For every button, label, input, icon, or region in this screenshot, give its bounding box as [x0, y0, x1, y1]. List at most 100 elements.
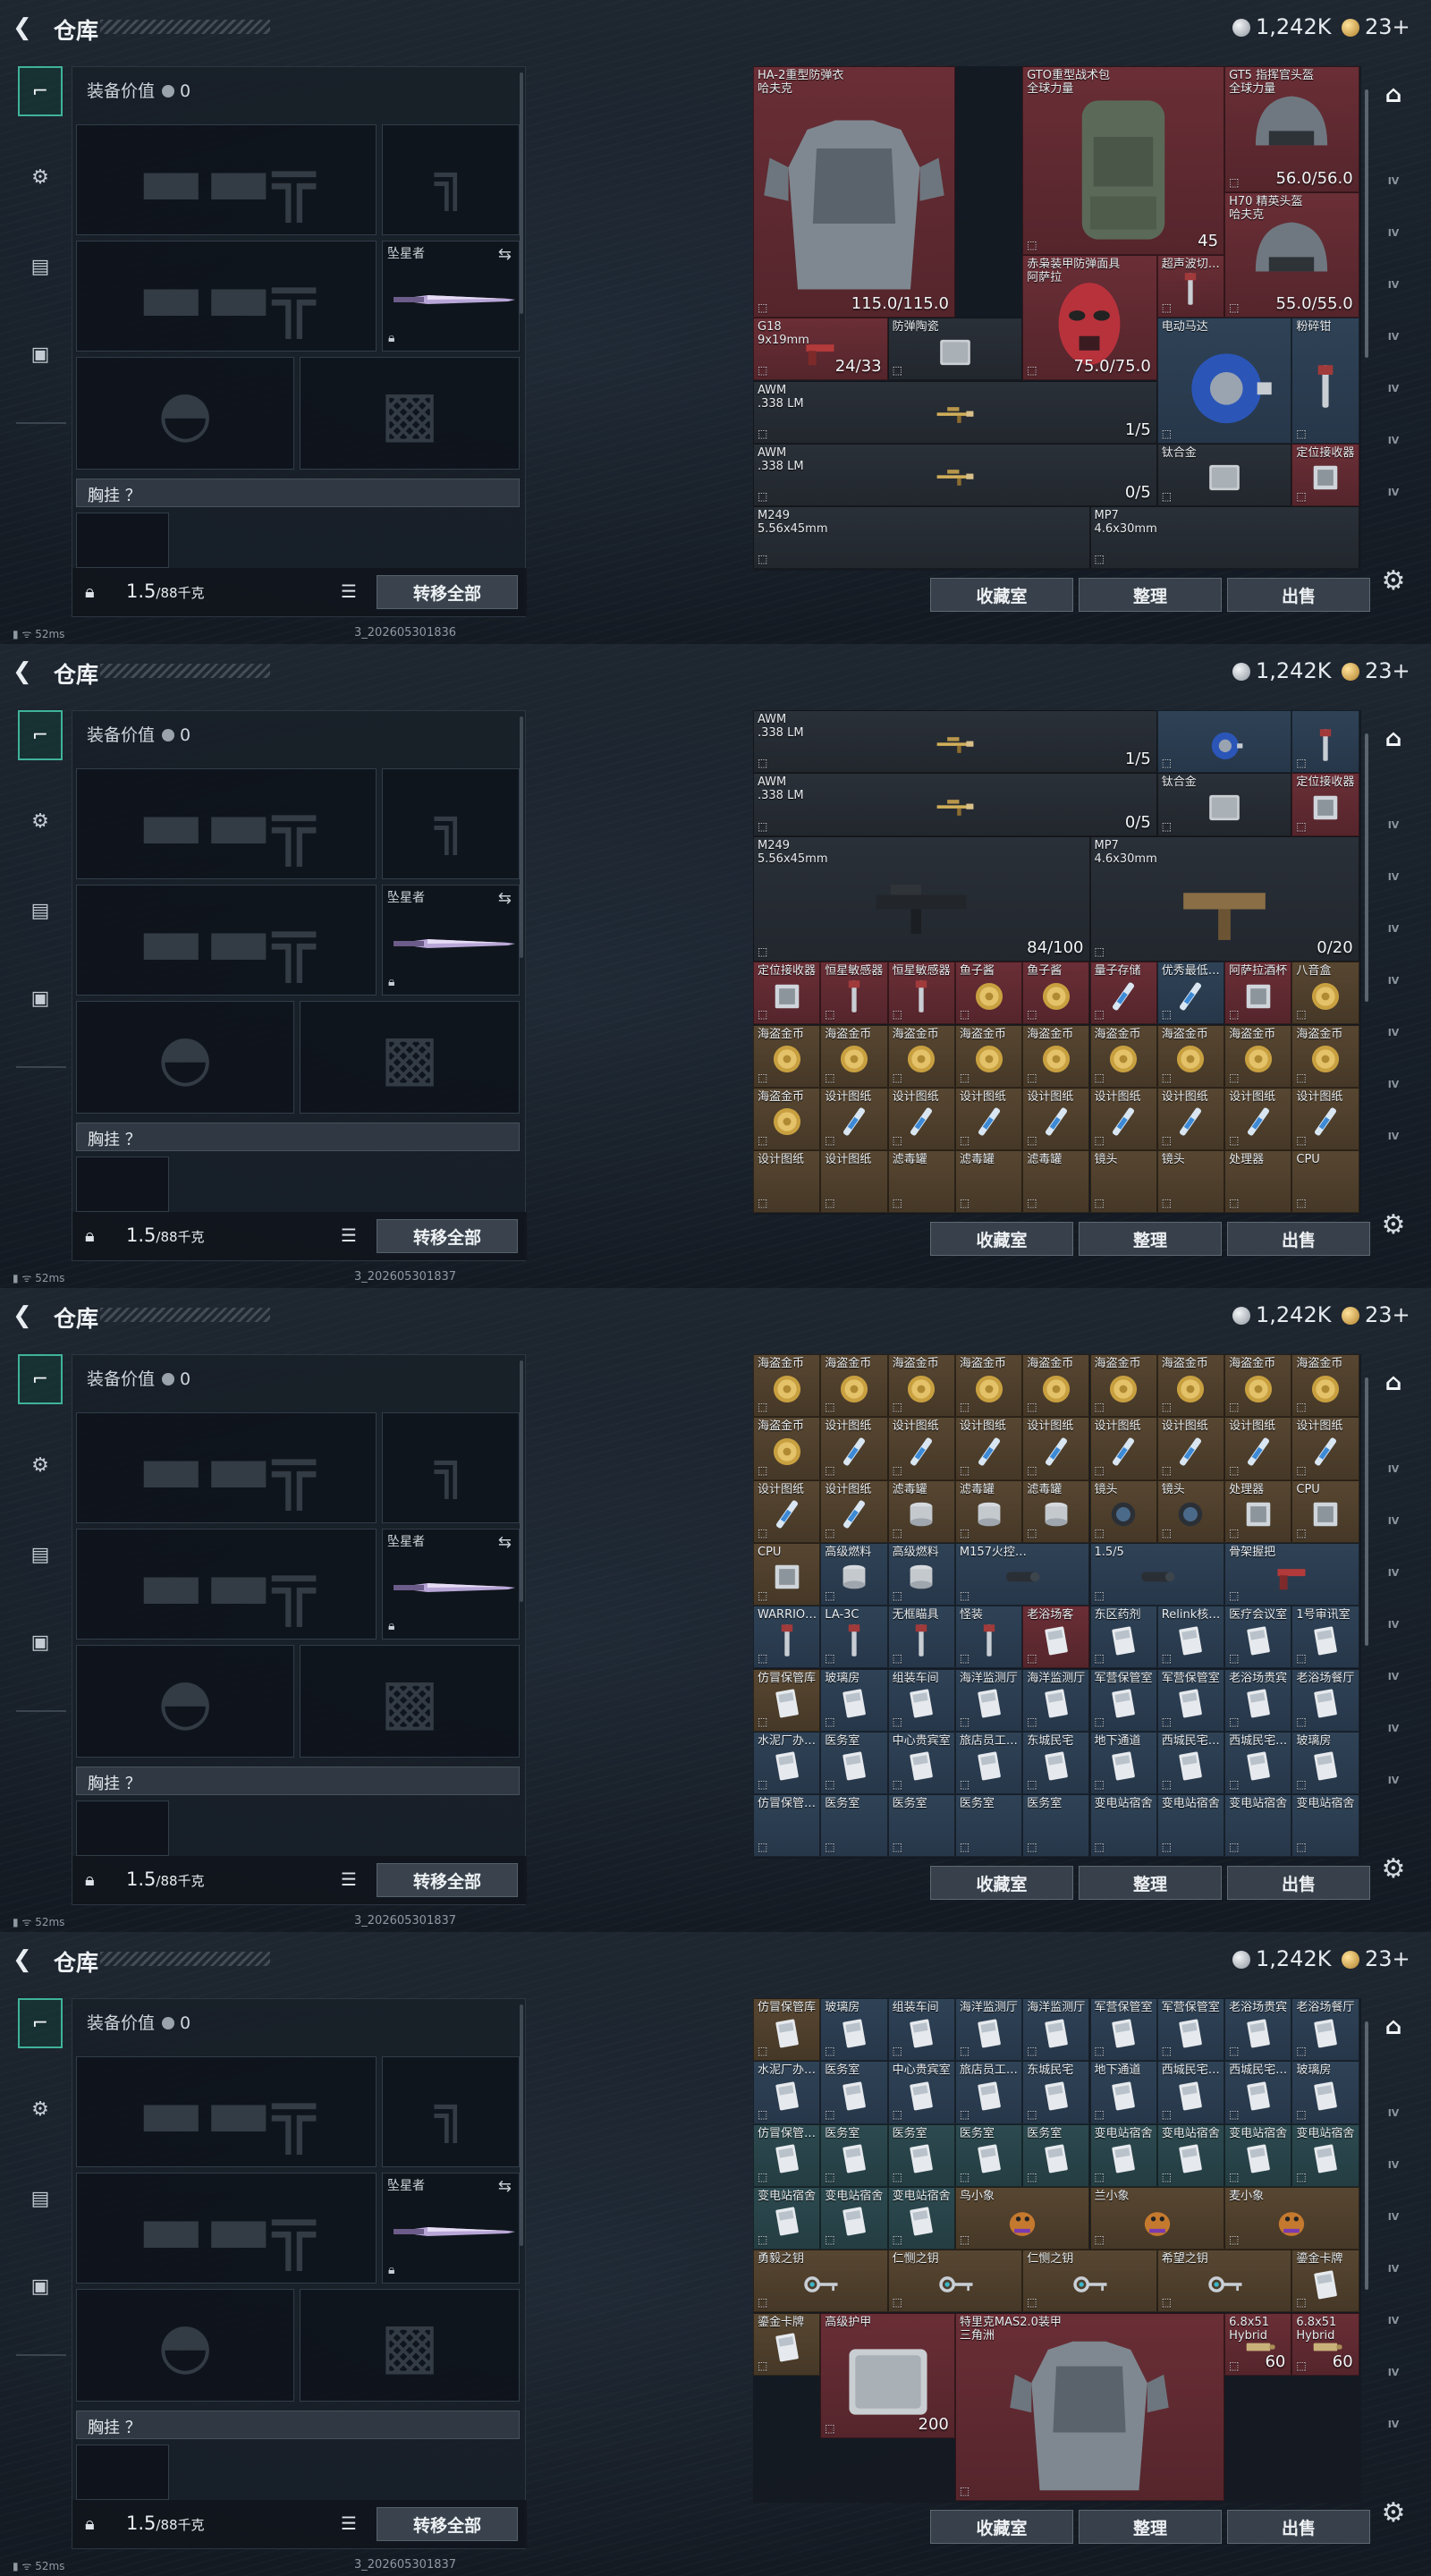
chest-rig-header[interactable]: 胸挂 ？: [76, 2411, 520, 2439]
list-icon[interactable]: ☰: [341, 580, 357, 602]
stash-item[interactable]: 变电站宿舍 ⬚: [1291, 2123, 1359, 2187]
item-icon-1[interactable]: IV: [1376, 809, 1411, 841]
stash-item[interactable]: 海盗金币 ⬚: [1291, 1354, 1359, 1418]
melee-slot[interactable]: 坠星者 ⇆ 🔒︎: [382, 241, 520, 352]
stash-item[interactable]: 鱼子酱 ⬚: [1022, 962, 1090, 1025]
stash-item[interactable]: 军营保管室 ⬚: [1156, 1668, 1225, 1732]
stash-item[interactable]: 设计图纸 ⬚: [753, 1479, 821, 1543]
stash-item[interactable]: 超声波切… ⬚: [1156, 254, 1225, 318]
stash-item[interactable]: 滤毒罐 ⬚: [887, 1479, 955, 1543]
stash-item[interactable]: AWM .338 LM 0/5 ⬚: [753, 443, 1157, 507]
item-icon-1[interactable]: IV: [1376, 165, 1411, 197]
secondary-weapon-slot[interactable]: ▬▬╦: [76, 2173, 377, 2284]
transfer-all-button[interactable]: 转移全部: [377, 1863, 518, 1897]
helmet-slot[interactable]: ◓: [76, 1001, 294, 1114]
stash-item[interactable]: ⬚: [1291, 710, 1359, 774]
stash-item[interactable]: 海盗金币 ⬚: [1089, 1024, 1157, 1088]
stash-item[interactable]: 海盗金币 ⬚: [1156, 1354, 1225, 1418]
chest-rig-slot[interactable]: [76, 1801, 169, 1856]
item-icon-4[interactable]: IV: [1376, 320, 1411, 352]
stash-item[interactable]: MP7 4.6x30mm ⬚: [1089, 506, 1359, 570]
tab-clipboard[interactable]: ▤: [18, 1530, 63, 1580]
stash-item[interactable]: 仿冒保管库 ⬚: [753, 1998, 821, 2062]
armor-slot[interactable]: ▩: [300, 357, 520, 470]
stash-item[interactable]: 组装车间 ⬚: [887, 1998, 955, 2062]
stash-item[interactable]: 玻璃房 ⬚: [820, 1668, 888, 1732]
stash-item[interactable]: 海盗金币 ⬚: [954, 1354, 1023, 1418]
back-arrow-icon[interactable]: ❮: [13, 14, 39, 41]
stash-item[interactable]: 医务室 ⬚: [887, 2123, 955, 2187]
pistol-slot[interactable]: ╗: [382, 124, 520, 235]
tab-clipboard[interactable]: ▤: [18, 2174, 63, 2224]
tab-briefcase[interactable]: ▣: [18, 973, 63, 1023]
secondary-weapon-slot[interactable]: ▬▬╦: [76, 1529, 377, 1640]
helmet-slot[interactable]: ◓: [76, 2289, 294, 2402]
back-arrow-icon[interactable]: ❮: [13, 1946, 39, 1973]
stash-item[interactable]: 设计图纸 ⬚: [1156, 1087, 1225, 1151]
stash-item[interactable]: 优秀最低… ⬚: [1156, 962, 1225, 1025]
list-icon[interactable]: ☰: [341, 1868, 357, 1890]
stash-item[interactable]: 高级燃料 ⬚: [887, 1542, 955, 1606]
stash-item[interactable]: 镜头 ⬚: [1156, 1150, 1225, 1214]
item-icon-5[interactable]: IV: [1376, 372, 1411, 404]
armor-slot[interactable]: ▩: [300, 2289, 520, 2402]
item-icon-1[interactable]: IV: [1376, 1453, 1411, 1485]
stash-item[interactable]: 设计图纸 ⬚: [1089, 1087, 1157, 1151]
transfer-all-button[interactable]: 转移全部: [377, 1219, 518, 1253]
stash-item[interactable]: 1.5/5 ⬚: [1089, 1542, 1225, 1606]
stash-item[interactable]: 西城民宅… ⬚: [1224, 2061, 1292, 2124]
stash-item[interactable]: 海盗金币 ⬚: [1224, 1024, 1292, 1088]
stash-item[interactable]: 海洋监测厅 ⬚: [954, 1998, 1023, 2062]
stash-item[interactable]: 海盗金币 ⬚: [753, 1024, 821, 1088]
sort-button[interactable]: 整理: [1079, 578, 1222, 612]
armor-slot[interactable]: ▩: [300, 1001, 520, 1114]
stash-item[interactable]: 海盗金币 ⬚: [1291, 1024, 1359, 1088]
stash-item[interactable]: 镜头 ⬚: [1089, 1150, 1157, 1214]
stash-item[interactable]: 海盗金币 ⬚: [820, 1024, 888, 1088]
stash-item[interactable]: 处理器 ⬚: [1224, 1150, 1292, 1214]
stash-item[interactable]: 设计图纸 ⬚: [1291, 1417, 1359, 1480]
tab-briefcase[interactable]: ▣: [18, 2261, 63, 2311]
stash-item[interactable]: 设计图纸 ⬚: [1224, 1417, 1292, 1480]
stash-item[interactable]: 高级燃料 ⬚: [820, 1542, 888, 1606]
tab-clipboard[interactable]: ▤: [18, 242, 63, 292]
stash-item[interactable]: 仁恻之钥 ⬚: [1022, 2250, 1157, 2313]
sell-button[interactable]: 出售: [1227, 2510, 1370, 2544]
item-icon-6[interactable]: IV: [1376, 2356, 1411, 2388]
home-icon[interactable]: ⌂: [1376, 723, 1411, 755]
stash-item[interactable]: 兰小象 ⬚: [1089, 2186, 1225, 2250]
stash-item[interactable]: 设计图纸 ⬚: [1291, 1087, 1359, 1151]
stash-item[interactable]: WARRIO… ⬚: [753, 1606, 821, 1669]
transfer-all-button[interactable]: 转移全部: [377, 575, 518, 609]
stash-item[interactable]: 军营保管室 ⬚: [1089, 1998, 1157, 2062]
stash-item[interactable]: 玻璃房 ⬚: [1291, 2061, 1359, 2124]
stash-item[interactable]: 玻璃房 ⬚: [1291, 1731, 1359, 1795]
stash-item[interactable]: 恒星敏感器 ⬚: [820, 962, 888, 1025]
stash-item[interactable]: 医疗会议室 ⬚: [1224, 1606, 1292, 1669]
item-icon-4[interactable]: IV: [1376, 964, 1411, 996]
stash-item[interactable]: 医务室 ⬚: [1022, 1794, 1090, 1858]
equipment-scrollbar[interactable]: [520, 72, 523, 314]
stash-item[interactable]: CPU ⬚: [1291, 1150, 1359, 1214]
stash-item[interactable]: 中心贵宾室 ⬚: [887, 1731, 955, 1795]
item-icon-7[interactable]: IV: [1376, 1764, 1411, 1796]
stash-item[interactable]: 水泥厂办… ⬚: [753, 2061, 821, 2124]
secondary-weapon-slot[interactable]: ▬▬╦: [76, 241, 377, 352]
stash-item[interactable]: 设计图纸 ⬚: [954, 1417, 1023, 1480]
stash-item[interactable]: 海盗金币 ⬚: [887, 1354, 955, 1418]
sell-button[interactable]: 出售: [1227, 578, 1370, 612]
stash-item[interactable]: 钛合金 ⬚: [1156, 443, 1292, 507]
pistol-slot[interactable]: ╗: [382, 768, 520, 879]
stash-item[interactable]: 老浴场贵宾 ⬚: [1224, 1668, 1292, 1732]
stash-item[interactable]: 组装车间 ⬚: [887, 1668, 955, 1732]
stash-item[interactable]: 变电站宿舍 ⬚: [1156, 1794, 1225, 1858]
melee-slot[interactable]: 坠星者 ⇆ 🔒︎: [382, 885, 520, 996]
stash-item[interactable]: 量子存储 ⬚: [1089, 962, 1157, 1025]
tab-medal[interactable]: ⚙: [18, 1440, 63, 1490]
stash-item[interactable]: 无框瞄具 ⬚: [887, 1606, 955, 1669]
tab-gun[interactable]: ⌐: [18, 710, 63, 760]
tab-gun[interactable]: ⌐: [18, 1998, 63, 2048]
stash-item[interactable]: 高级护甲 200 ⬚: [820, 2312, 955, 2439]
stash-item[interactable]: 设计图纸 ⬚: [1156, 1417, 1225, 1480]
stash-item[interactable]: 鱼子酱 ⬚: [954, 962, 1023, 1025]
